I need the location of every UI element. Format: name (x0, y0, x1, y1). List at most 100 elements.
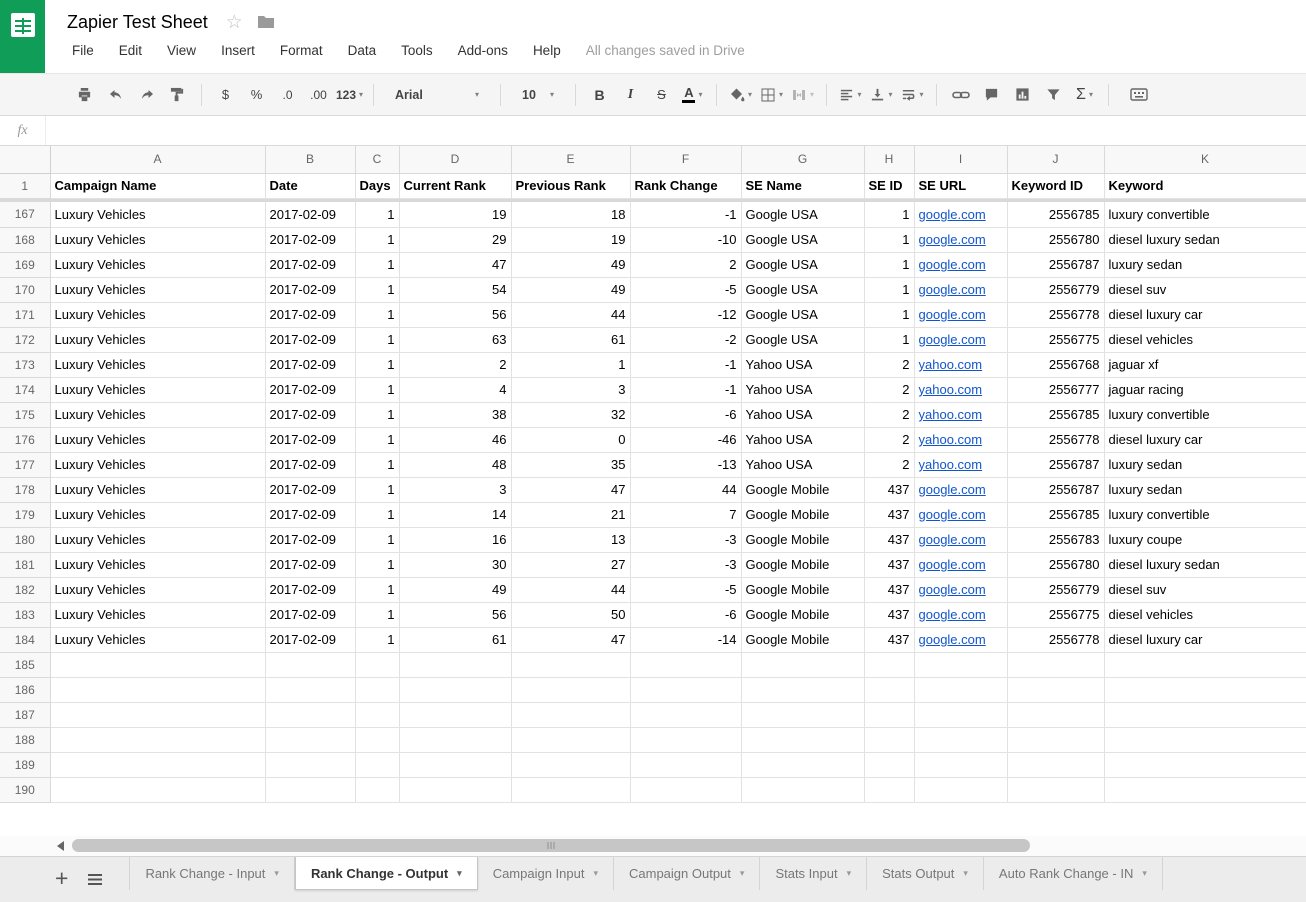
menu-view[interactable]: View (167, 43, 196, 58)
cell-A178[interactable]: Luxury Vehicles (50, 477, 265, 502)
column-header-D[interactable]: D (399, 146, 511, 173)
cell-J169[interactable]: 2556787 (1007, 252, 1104, 277)
cell-J189[interactable] (1007, 752, 1104, 777)
row-number-179[interactable]: 179 (0, 502, 50, 527)
font-size-dropdown[interactable]: 10 ▾ (514, 81, 562, 108)
cell-H186[interactable] (864, 677, 914, 702)
cell-A179[interactable]: Luxury Vehicles (50, 502, 265, 527)
cell-C188[interactable] (355, 727, 399, 752)
tab-dropdown-icon[interactable]: ▾ (457, 868, 462, 879)
column-header-A[interactable]: A (50, 146, 265, 173)
cell-C183[interactable]: 1 (355, 602, 399, 627)
cell-G183[interactable]: Google Mobile (741, 602, 864, 627)
cell-E175[interactable]: 32 (511, 402, 630, 427)
row-number-185[interactable]: 185 (0, 652, 50, 677)
tab-rank-change-output[interactable]: Rank Change - Output ▾ (295, 857, 478, 890)
cell-A189[interactable] (50, 752, 265, 777)
insert-comment-button[interactable] (977, 81, 1006, 108)
cell-J1[interactable]: Keyword ID (1007, 173, 1104, 198)
cell-E178[interactable]: 47 (511, 477, 630, 502)
tab-dropdown-icon[interactable]: ▾ (740, 868, 745, 879)
row-number-173[interactable]: 173 (0, 352, 50, 377)
menu-data[interactable]: Data (348, 43, 377, 58)
cell-I182[interactable]: google.com (914, 577, 1007, 602)
cell-A168[interactable]: Luxury Vehicles (50, 227, 265, 252)
cell-G182[interactable]: Google Mobile (741, 577, 864, 602)
cell-K176[interactable]: diesel luxury car (1104, 427, 1306, 452)
cell-K172[interactable]: diesel vehicles (1104, 327, 1306, 352)
cell-I177[interactable]: yahoo.com (914, 452, 1007, 477)
cell-A177[interactable]: Luxury Vehicles (50, 452, 265, 477)
cell-J172[interactable]: 2556775 (1007, 327, 1104, 352)
cell-F181[interactable]: -3 (630, 552, 741, 577)
menu-help[interactable]: Help (533, 43, 561, 58)
cell-A169[interactable]: Luxury Vehicles (50, 252, 265, 277)
cell-D185[interactable] (399, 652, 511, 677)
cell-K175[interactable]: luxury convertible (1104, 402, 1306, 427)
row-number-189[interactable]: 189 (0, 752, 50, 777)
cell-B174[interactable]: 2017-02-09 (265, 377, 355, 402)
cell-J186[interactable] (1007, 677, 1104, 702)
tab-auto-rank-change-in[interactable]: Auto Rank Change - IN ▾ (984, 857, 1163, 890)
cell-H178[interactable]: 437 (864, 477, 914, 502)
cell-F185[interactable] (630, 652, 741, 677)
cell-D173[interactable]: 2 (399, 352, 511, 377)
cell-E176[interactable]: 0 (511, 427, 630, 452)
cell-A175[interactable]: Luxury Vehicles (50, 402, 265, 427)
cell-J167[interactable]: 2556785 (1007, 202, 1104, 227)
cell-K185[interactable] (1104, 652, 1306, 677)
cell-C1[interactable]: Days (355, 173, 399, 198)
cell-D188[interactable] (399, 727, 511, 752)
cell-C169[interactable]: 1 (355, 252, 399, 277)
column-header-J[interactable]: J (1007, 146, 1104, 173)
cell-I173[interactable]: yahoo.com (914, 352, 1007, 377)
cell-H188[interactable] (864, 727, 914, 752)
cell-I185[interactable] (914, 652, 1007, 677)
cell-J182[interactable]: 2556779 (1007, 577, 1104, 602)
cell-H173[interactable]: 2 (864, 352, 914, 377)
cell-K190[interactable] (1104, 777, 1306, 802)
column-header-I[interactable]: I (914, 146, 1007, 173)
undo-button[interactable] (101, 81, 130, 108)
cell-E184[interactable]: 47 (511, 627, 630, 652)
cell-H184[interactable]: 437 (864, 627, 914, 652)
cell-E1[interactable]: Previous Rank (511, 173, 630, 198)
cell-K181[interactable]: diesel luxury sedan (1104, 552, 1306, 577)
scrollbar-thumb[interactable] (72, 839, 1030, 852)
italic-button[interactable]: I (616, 81, 645, 108)
se-url-link[interactable]: yahoo.com (919, 457, 983, 472)
cell-D184[interactable]: 61 (399, 627, 511, 652)
insert-link-button[interactable] (946, 81, 975, 108)
sheets-logo[interactable] (0, 0, 45, 73)
fill-color-button[interactable]: ▾ (726, 81, 755, 108)
cell-I172[interactable]: google.com (914, 327, 1007, 352)
text-wrap-button[interactable]: ▾ (898, 81, 927, 108)
select-all-corner[interactable] (0, 146, 50, 173)
cell-B189[interactable] (265, 752, 355, 777)
cell-G171[interactable]: Google USA (741, 302, 864, 327)
cell-D189[interactable] (399, 752, 511, 777)
tab-stats-input[interactable]: Stats Input ▾ (760, 857, 867, 890)
cell-I179[interactable]: google.com (914, 502, 1007, 527)
row-number-186[interactable]: 186 (0, 677, 50, 702)
cell-C172[interactable]: 1 (355, 327, 399, 352)
cell-H190[interactable] (864, 777, 914, 802)
menu-insert[interactable]: Insert (221, 43, 255, 58)
se-url-link[interactable]: google.com (919, 232, 986, 247)
cell-J177[interactable]: 2556787 (1007, 452, 1104, 477)
se-url-link[interactable]: google.com (919, 532, 986, 547)
cell-E180[interactable]: 13 (511, 527, 630, 552)
cell-K173[interactable]: jaguar xf (1104, 352, 1306, 377)
cell-A185[interactable] (50, 652, 265, 677)
cell-D172[interactable]: 63 (399, 327, 511, 352)
format-percent-button[interactable]: % (242, 81, 271, 108)
tab-stats-output[interactable]: Stats Output ▾ (867, 857, 984, 890)
cell-J175[interactable]: 2556785 (1007, 402, 1104, 427)
menu-file[interactable]: File (72, 43, 94, 58)
cell-K182[interactable]: diesel suv (1104, 577, 1306, 602)
cell-D178[interactable]: 3 (399, 477, 511, 502)
cell-E174[interactable]: 3 (511, 377, 630, 402)
cell-C176[interactable]: 1 (355, 427, 399, 452)
scroll-left-arrow-icon[interactable] (57, 841, 64, 851)
cell-A1[interactable]: Campaign Name (50, 173, 265, 198)
